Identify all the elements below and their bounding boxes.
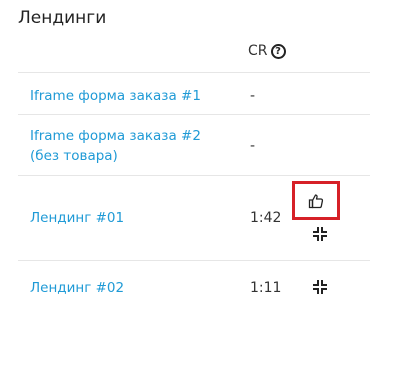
cr-value: - bbox=[250, 138, 256, 154]
landing-link-iframe-2[interactable]: Iframe форма заказа #2 (без товара) bbox=[30, 126, 230, 166]
cr-value: 1:11 bbox=[250, 280, 282, 296]
divider bbox=[18, 260, 370, 261]
divider bbox=[18, 175, 370, 176]
divider bbox=[18, 114, 370, 115]
divider bbox=[18, 72, 370, 73]
cr-header-label: CR bbox=[248, 43, 268, 59]
landing-link-02[interactable]: Лендинг #02 bbox=[30, 278, 124, 298]
help-icon[interactable]: ? bbox=[270, 43, 286, 59]
compress-icon[interactable] bbox=[313, 227, 327, 241]
landing-link-iframe-1[interactable]: Iframe форма заказа #1 bbox=[30, 86, 201, 106]
cr-value: - bbox=[250, 88, 256, 104]
like-button[interactable] bbox=[292, 181, 340, 220]
panel-title: Лендинги bbox=[18, 8, 107, 28]
landing-link-01[interactable]: Лендинг #01 bbox=[30, 208, 124, 228]
compress-icon[interactable] bbox=[313, 280, 327, 294]
thumbs-up-icon bbox=[308, 193, 324, 208]
cr-value: 1:42 bbox=[250, 210, 282, 226]
cr-column-header: CR ? bbox=[248, 41, 286, 61]
